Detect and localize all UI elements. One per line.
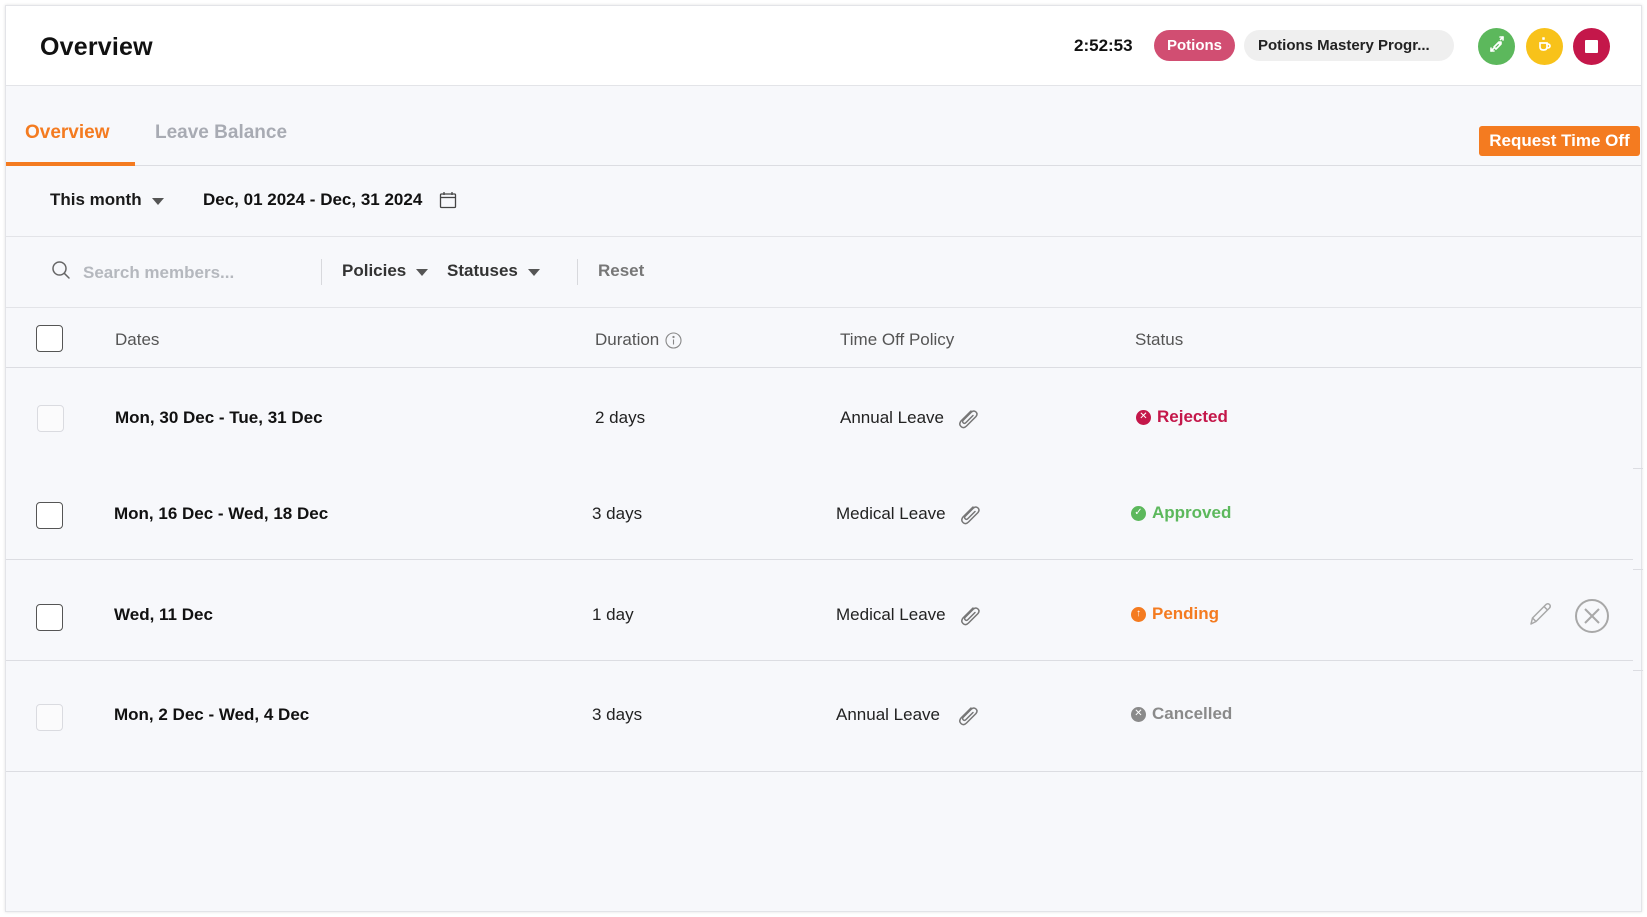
row-checkbox[interactable] bbox=[37, 405, 64, 432]
paperclip-icon[interactable] bbox=[954, 702, 980, 728]
row-policy: Medical Leave bbox=[836, 501, 982, 527]
row-duration: 1 day bbox=[592, 605, 634, 624]
time-off-card: Overview 2:52:53 Potions Potions Mastery… bbox=[5, 5, 1643, 912]
status-badge: ✕ Rejected bbox=[1136, 407, 1228, 427]
cancel-request-x-circle-icon[interactable] bbox=[1574, 598, 1610, 634]
date-range-label: Dec, 01 2024 - Dec, 31 2024 bbox=[203, 190, 423, 209]
column-header-duration-label: Duration bbox=[595, 330, 660, 349]
tab-overview[interactable]: Overview bbox=[25, 122, 110, 144]
switch-task-button[interactable] bbox=[1478, 28, 1515, 65]
coffee-cup-icon bbox=[1536, 35, 1554, 58]
date-filter-row: This month Dec, 01 2024 - Dec, 31 2024 bbox=[6, 166, 1641, 237]
reset-filters-button[interactable]: Reset bbox=[598, 261, 644, 281]
row-policy-label: Medical Leave bbox=[836, 504, 946, 523]
break-button[interactable] bbox=[1526, 28, 1563, 65]
approved-check-icon: ✓ bbox=[1131, 505, 1146, 521]
search-box bbox=[51, 260, 303, 285]
info-icon[interactable] bbox=[665, 331, 682, 349]
column-header-status: Status bbox=[1135, 330, 1183, 350]
paperclip-icon[interactable] bbox=[956, 602, 982, 628]
row-duration: 2 days bbox=[595, 408, 646, 427]
range-preset-label: This month bbox=[50, 190, 142, 209]
rejected-icon: ✕ bbox=[1136, 409, 1151, 425]
search-icon bbox=[51, 260, 71, 285]
row-policy: Medical Leave bbox=[836, 602, 982, 628]
stop-icon bbox=[1585, 40, 1598, 53]
caret-down-icon bbox=[416, 268, 429, 276]
page-title: Overview bbox=[40, 33, 153, 61]
status-badge: ↑ Pending bbox=[1131, 604, 1219, 624]
date-range-picker[interactable]: Dec, 01 2024 - Dec, 31 2024 bbox=[203, 190, 457, 210]
row-duration: 3 days bbox=[592, 504, 643, 523]
row-policy-label: Annual Leave bbox=[840, 408, 944, 427]
paperclip-icon[interactable] bbox=[954, 405, 980, 431]
row-checkbox[interactable] bbox=[36, 502, 63, 529]
top-bar: Overview 2:52:53 Potions Potions Mastery… bbox=[6, 6, 1641, 86]
status-label: Rejected bbox=[1157, 407, 1228, 426]
status-badge: ✕ Cancelled bbox=[1131, 704, 1232, 724]
policies-filter-dropdown[interactable]: Policies bbox=[342, 261, 429, 281]
row-checkbox[interactable] bbox=[36, 604, 63, 631]
column-header-policy-label: Time Off Policy bbox=[840, 330, 955, 349]
status-label: Cancelled bbox=[1152, 704, 1233, 723]
stop-timer-button[interactable] bbox=[1573, 28, 1610, 65]
filter-separator bbox=[577, 259, 578, 285]
tag-swap-icon bbox=[1488, 35, 1506, 58]
row-policy: Annual Leave bbox=[836, 702, 980, 728]
row-policy: Annual Leave bbox=[840, 405, 980, 431]
statuses-filter-dropdown[interactable]: Statuses bbox=[447, 261, 540, 281]
row-dates: Mon, 16 Dec - Wed, 18 Dec bbox=[114, 504, 329, 523]
tab-bar: Overview Leave Balance Request Time Off bbox=[6, 86, 1641, 166]
search-members-input[interactable] bbox=[83, 262, 303, 283]
pending-arrow-icon: ↑ bbox=[1131, 606, 1146, 622]
project-badge[interactable]: Potions bbox=[1154, 30, 1235, 61]
row-policy-label: Medical Leave bbox=[836, 605, 946, 624]
column-header-status-label: Status bbox=[1135, 330, 1184, 349]
caret-down-icon bbox=[151, 197, 164, 205]
status-label: Pending bbox=[1152, 604, 1220, 623]
range-preset-dropdown[interactable]: This month bbox=[50, 190, 164, 210]
timer-display: 2:52:53 bbox=[1074, 36, 1133, 55]
row-dates: Mon, 2 Dec - Wed, 4 Dec bbox=[114, 705, 310, 724]
row-dates: Mon, 30 Dec - Tue, 31 Dec bbox=[115, 408, 323, 427]
row-checkbox[interactable] bbox=[36, 704, 63, 731]
edit-pencil-icon[interactable] bbox=[1526, 600, 1554, 628]
request-time-off-button[interactable]: Request Time Off bbox=[1479, 126, 1640, 156]
filter-separator bbox=[321, 259, 322, 285]
column-header-dates: Dates bbox=[115, 330, 159, 350]
status-badge: ✓ Approved bbox=[1131, 503, 1231, 523]
row-duration: 3 days bbox=[592, 705, 643, 724]
column-header-policy: Time Off Policy bbox=[840, 330, 954, 350]
statuses-filter-label: Statuses bbox=[447, 261, 518, 280]
policies-filter-label: Policies bbox=[342, 261, 407, 280]
select-all-checkbox[interactable] bbox=[36, 325, 63, 352]
filter-row: Policies Statuses Reset bbox=[6, 237, 1641, 308]
tab-leave-balance[interactable]: Leave Balance bbox=[155, 122, 287, 144]
table-bottom-divider bbox=[6, 771, 1643, 772]
row-policy-label: Annual Leave bbox=[836, 705, 940, 724]
table-row: Mon, 2 Dec - Wed, 4 Dec 3 days Annual Le… bbox=[6, 661, 1641, 771]
table-row: Mon, 16 Dec - Wed, 18 Dec 3 days Medical… bbox=[6, 464, 1641, 564]
table-header: Dates Duration Time Off Policy Status bbox=[6, 308, 1641, 368]
calendar-icon bbox=[439, 191, 457, 209]
column-header-dates-label: Dates bbox=[115, 330, 160, 349]
cancelled-x-icon: ✕ bbox=[1131, 706, 1146, 722]
column-header-duration: Duration bbox=[595, 330, 682, 350]
paperclip-icon[interactable] bbox=[956, 501, 982, 527]
task-pill[interactable]: Potions Mastery Progr... bbox=[1244, 30, 1454, 61]
status-label: Approved bbox=[1152, 503, 1232, 522]
table-row: Wed, 11 Dec 1 day Medical Leave ↑ Pendin… bbox=[6, 560, 1641, 660]
table-row: Mon, 30 Dec - Tue, 31 Dec 2 days Annual … bbox=[6, 368, 1641, 468]
caret-down-icon bbox=[527, 268, 540, 276]
row-dates: Wed, 11 Dec bbox=[114, 605, 213, 624]
